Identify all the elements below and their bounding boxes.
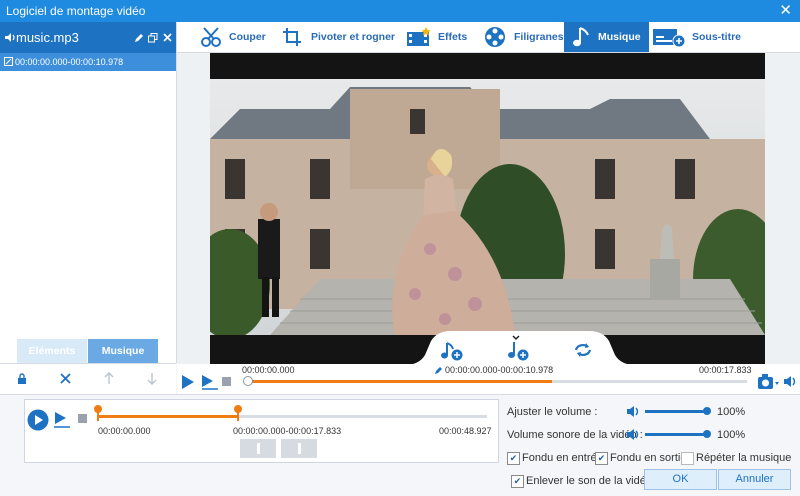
- fade-out-label: Fondu en sortie: [610, 452, 687, 464]
- playbar-clip-range: 00:00:00.000-00:00:10.978: [445, 365, 554, 375]
- volume-icon[interactable]: [783, 375, 797, 388]
- edit-tabs: Couper Pivoter et rogner Effets Filigran…: [177, 22, 800, 53]
- audio-range-time: 00:00:00.000-00:00:17.833: [233, 426, 342, 436]
- subtitle-icon: [653, 29, 686, 48]
- camera-icon[interactable]: [757, 374, 779, 390]
- move-down-icon[interactable]: [147, 372, 157, 385]
- pencil-icon: [435, 367, 442, 374]
- audio-selection: [97, 415, 239, 418]
- tab-watermarks[interactable]: Filigranes: [484, 22, 564, 52]
- copy-icon[interactable]: [148, 33, 158, 43]
- playbar-start-time: 00:00:00.000: [242, 365, 295, 375]
- fade-out-checkbox[interactable]: ✔: [595, 452, 608, 465]
- video-frame: [210, 79, 765, 335]
- repeat-music-checkbox[interactable]: [681, 452, 694, 465]
- tab-music-label: Musique: [598, 31, 641, 43]
- scissors-icon: [201, 27, 221, 47]
- audio-play-icon[interactable]: [27, 409, 49, 431]
- tab-elements[interactable]: Eléments: [17, 339, 87, 363]
- left-tabs: Eléments Musique: [0, 339, 176, 363]
- music-settings-panel: 00:00:00.000 00:00:00.000-00:00:17.833 0…: [0, 394, 800, 496]
- fade-in-checkbox[interactable]: ✔: [507, 452, 520, 465]
- file-header[interactable]: music.mp3: [0, 22, 176, 53]
- lock-icon[interactable]: [17, 373, 27, 385]
- close-icon[interactable]: ✕: [779, 2, 792, 20]
- remove-icon[interactable]: [163, 33, 172, 42]
- timeline-track[interactable]: [247, 380, 747, 383]
- video-volume-slider-knob[interactable]: [703, 430, 711, 438]
- file-name: music.mp3: [16, 30, 79, 45]
- play-segment-icon[interactable]: [201, 374, 219, 390]
- tab-music[interactable]: Musique: [564, 22, 649, 52]
- volume-slider[interactable]: [645, 410, 707, 413]
- left-toolbar: [0, 363, 176, 394]
- video-volume-slider[interactable]: [645, 433, 707, 436]
- remove-sound-label: Enlever le son de la vidéo: [526, 475, 652, 487]
- fade-in-label: Fondu en entrée: [522, 452, 603, 464]
- video-volume-label: Volume sonore de la vidéo :: [507, 429, 643, 441]
- tab-effects[interactable]: Effets: [406, 22, 467, 52]
- trim-end-button[interactable]: [281, 439, 317, 458]
- add-recording-icon[interactable]: [506, 335, 530, 362]
- left-panel: music.mp3 00:00:00.000-00:00:10.978 Elém…: [0, 22, 177, 363]
- audio-start-handle[interactable]: [94, 405, 102, 413]
- preview-area: [177, 53, 800, 365]
- delete-icon[interactable]: [60, 373, 71, 384]
- playbar-end-time: 00:00:17.833: [699, 365, 752, 375]
- tab-subtitle[interactable]: Sous-titre: [652, 22, 741, 52]
- video-volume-value: 100%: [717, 429, 746, 441]
- volume-icon: [627, 406, 639, 417]
- timeline-handle[interactable]: [243, 376, 253, 386]
- remove-sound-checkbox[interactable]: ✔: [511, 475, 524, 488]
- volume-value: 100%: [717, 406, 746, 418]
- move-up-icon[interactable]: [104, 372, 114, 385]
- ok-button[interactable]: OK: [644, 469, 717, 490]
- replace-icon[interactable]: [573, 341, 593, 359]
- add-music-icon[interactable]: [440, 341, 464, 361]
- tab-effects-label: Effets: [438, 31, 468, 43]
- crop-rotate-icon: [283, 28, 301, 46]
- edit-icon[interactable]: [134, 33, 144, 43]
- clip-range: 00:00:00.000-00:00:10.978: [15, 57, 124, 67]
- tab-rotate-crop-label: Pivoter et rogner: [311, 31, 396, 43]
- tab-cut[interactable]: Couper: [199, 22, 266, 52]
- tab-rotate-crop[interactable]: Pivoter et rogner: [281, 22, 395, 52]
- cancel-button[interactable]: Annuler: [718, 469, 791, 490]
- adjust-volume-label: Ajuster le volume :: [507, 406, 598, 418]
- title-bar: Logiciel de montage vidéo ✕: [0, 0, 800, 22]
- tab-subtitle-label: Sous-titre: [692, 31, 742, 43]
- audio-end-handle[interactable]: [234, 405, 242, 413]
- tab-music-library[interactable]: Musique: [88, 339, 158, 363]
- video-player[interactable]: [210, 53, 765, 365]
- volume-icon: [627, 429, 639, 440]
- effects-icon: [407, 27, 431, 46]
- audio-stop-icon[interactable]: [78, 414, 87, 423]
- tab-watermarks-label: Filigranes: [514, 31, 564, 43]
- trim-start-button[interactable]: [240, 439, 276, 458]
- timeline-progress: [247, 380, 552, 383]
- film-reel-icon: [485, 27, 505, 47]
- audio-play-segment-icon[interactable]: [53, 411, 71, 429]
- music-tools-tray: [405, 331, 635, 365]
- clip-item[interactable]: 00:00:00.000-00:00:10.978: [0, 53, 176, 71]
- audio-end-time: 00:00:48.927: [439, 426, 492, 436]
- audio-track-box: 00:00:00.000 00:00:00.000-00:00:17.833 0…: [24, 399, 499, 463]
- music-note-icon: [573, 27, 589, 47]
- clip-icon: [4, 57, 13, 66]
- repeat-music-label: Répéter la musique: [696, 452, 792, 464]
- play-icon[interactable]: [181, 374, 195, 390]
- audio-start-time: 00:00:00.000: [98, 426, 151, 436]
- speaker-icon: [5, 33, 15, 42]
- tab-cut-label: Couper: [229, 31, 266, 43]
- player-controls: 00:00:00.000 00:00:00.000-00:00:10.978 0…: [177, 364, 800, 394]
- stop-icon[interactable]: [222, 377, 231, 386]
- volume-slider-knob[interactable]: [703, 407, 711, 415]
- window-title: Logiciel de montage vidéo: [6, 4, 146, 18]
